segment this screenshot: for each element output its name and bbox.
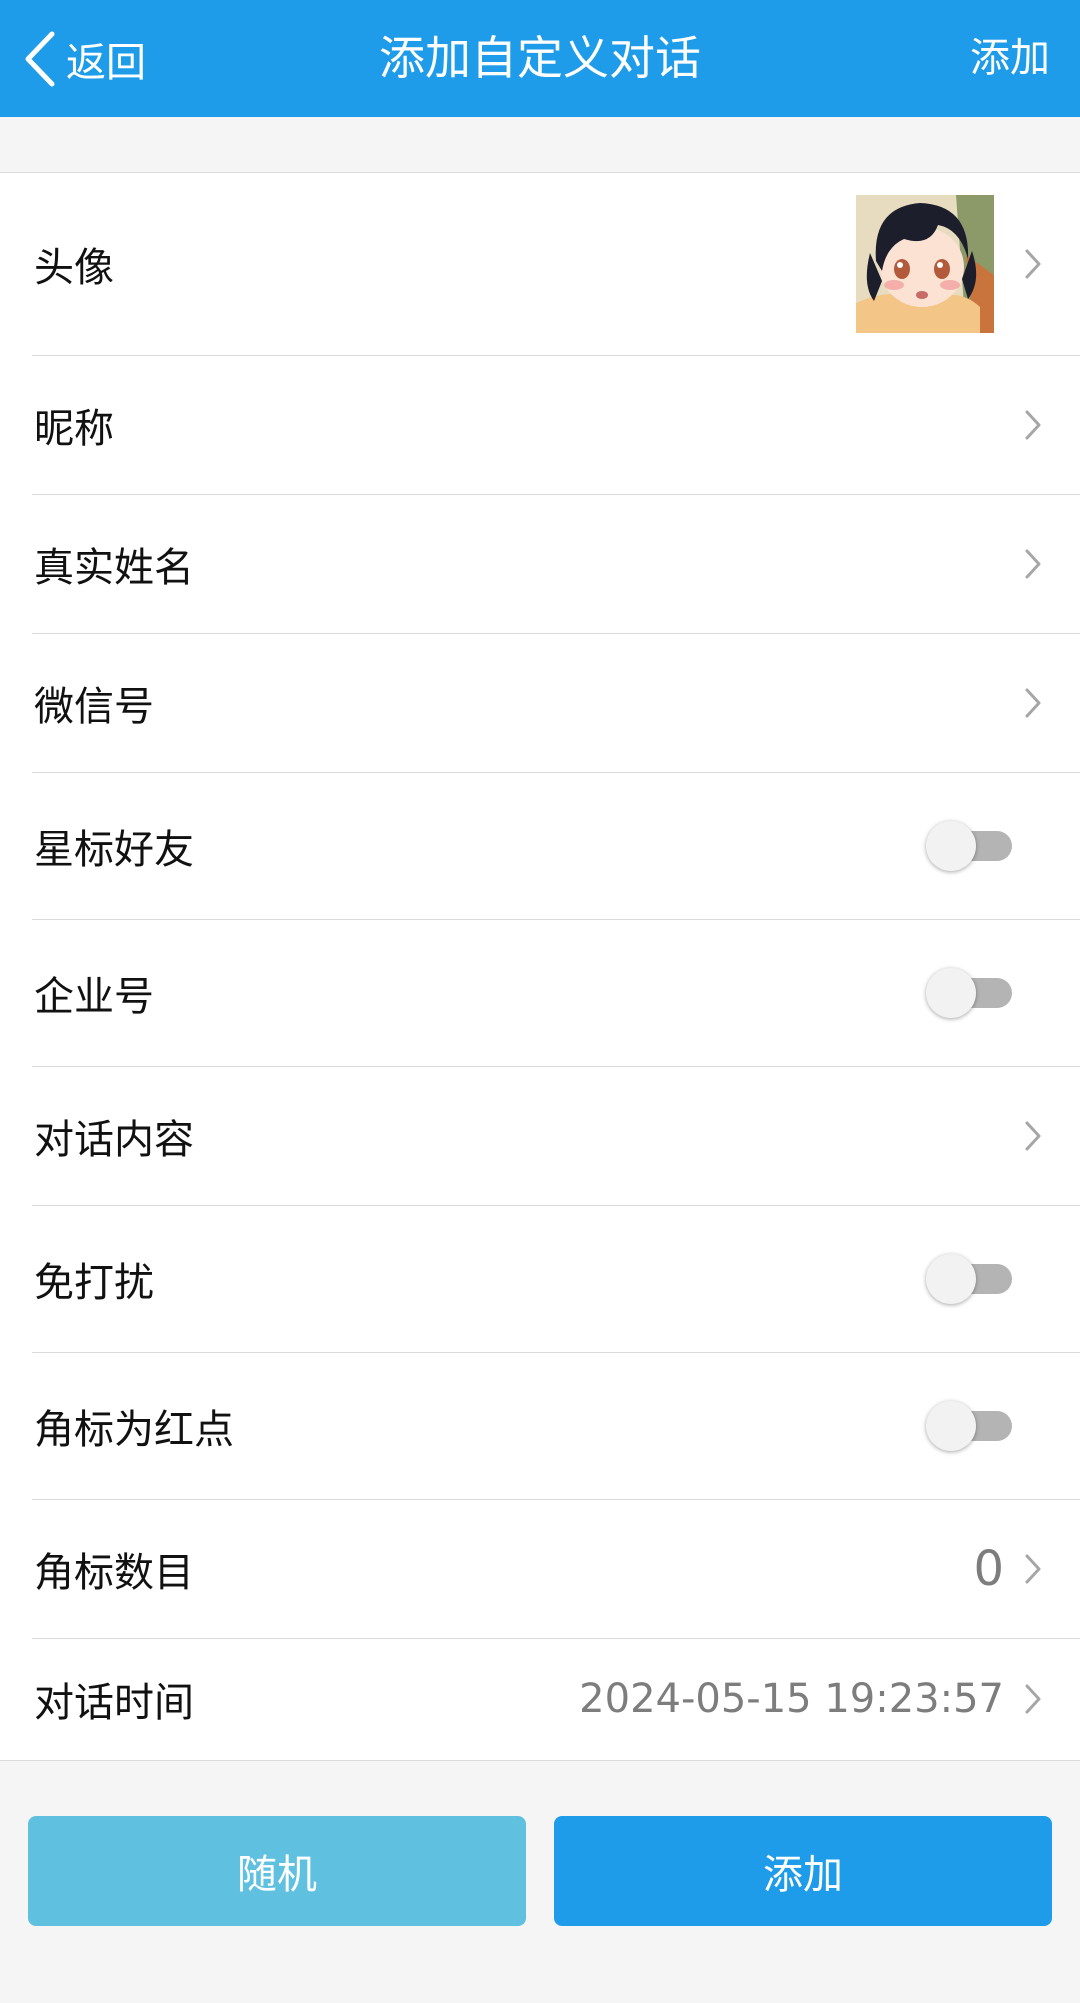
- toggle-knob: [926, 1253, 976, 1304]
- toggle-knob: [926, 1400, 976, 1451]
- dialog-time-value: 2024-05-15 19:23:57: [579, 1676, 1004, 1722]
- row-wechat-id[interactable]: 微信号: [0, 633, 1080, 772]
- row-label-enterprise: 企业号: [34, 973, 154, 1020]
- avatar: [856, 195, 994, 333]
- chevron-right-icon: [1025, 549, 1041, 578]
- chevron-right-icon: [1025, 1684, 1041, 1714]
- enterprise-toggle[interactable]: [926, 967, 1016, 1018]
- random-button[interactable]: 随机: [28, 1816, 526, 1926]
- row-label-avatar: 头像: [34, 245, 114, 291]
- settings-list: 头像 昵称 真实姓名 微信号 星标好友 企业号 对话内容 免打扰 角标为红点 角…: [0, 172, 1080, 1761]
- row-label-nickname: 昵称: [34, 405, 114, 452]
- row-dialog-time[interactable]: 对话时间 2024-05-15 19:23:57: [0, 1638, 1080, 1760]
- row-badge-red-dot: 角标为红点: [0, 1352, 1080, 1499]
- row-avatar[interactable]: 头像: [0, 173, 1080, 355]
- row-label-do-not-disturb: 免打扰: [34, 1259, 154, 1306]
- row-star-friend: 星标好友: [0, 772, 1080, 919]
- row-dialog-content[interactable]: 对话内容: [0, 1066, 1080, 1205]
- row-label-star-friend: 星标好友: [34, 826, 194, 873]
- row-label-dialog-time: 对话时间: [34, 1680, 194, 1726]
- toggle-knob: [926, 820, 976, 871]
- back-button[interactable]: 返回: [22, 0, 146, 117]
- back-label: 返回: [66, 39, 146, 86]
- chevron-right-icon: [1025, 1554, 1041, 1583]
- row-label-badge-count: 角标数目: [34, 1549, 194, 1596]
- chevron-right-icon: [1025, 410, 1041, 439]
- row-badge-count[interactable]: 角标数目 0: [0, 1499, 1080, 1638]
- row-label-dialog-content: 对话内容: [34, 1116, 194, 1163]
- row-label-badge-red-dot: 角标为红点: [34, 1406, 234, 1453]
- badge-red-dot-toggle[interactable]: [926, 1400, 1016, 1451]
- row-label-wechat-id: 微信号: [34, 683, 154, 730]
- chevron-left-icon: [25, 31, 55, 86]
- toggle-knob: [926, 967, 976, 1018]
- add-action-button[interactable]: 添加: [970, 0, 1050, 117]
- add-button[interactable]: 添加: [554, 1816, 1052, 1926]
- row-real-name[interactable]: 真实姓名: [0, 494, 1080, 633]
- row-do-not-disturb: 免打扰: [0, 1205, 1080, 1352]
- row-nickname[interactable]: 昵称: [0, 355, 1080, 494]
- badge-count-value: 0: [973, 1540, 1004, 1597]
- nav-bar: 返回 添加自定义对话 添加: [0, 0, 1080, 117]
- row-label-real-name: 真实姓名: [34, 544, 194, 591]
- row-enterprise: 企业号: [0, 919, 1080, 1066]
- chevron-right-icon: [1025, 249, 1041, 279]
- page-title: 添加自定义对话: [379, 31, 701, 85]
- do-not-disturb-toggle[interactable]: [926, 1253, 1016, 1304]
- chevron-right-icon: [1025, 1121, 1041, 1150]
- chevron-right-icon: [1025, 688, 1041, 717]
- star-friend-toggle[interactable]: [926, 820, 1016, 871]
